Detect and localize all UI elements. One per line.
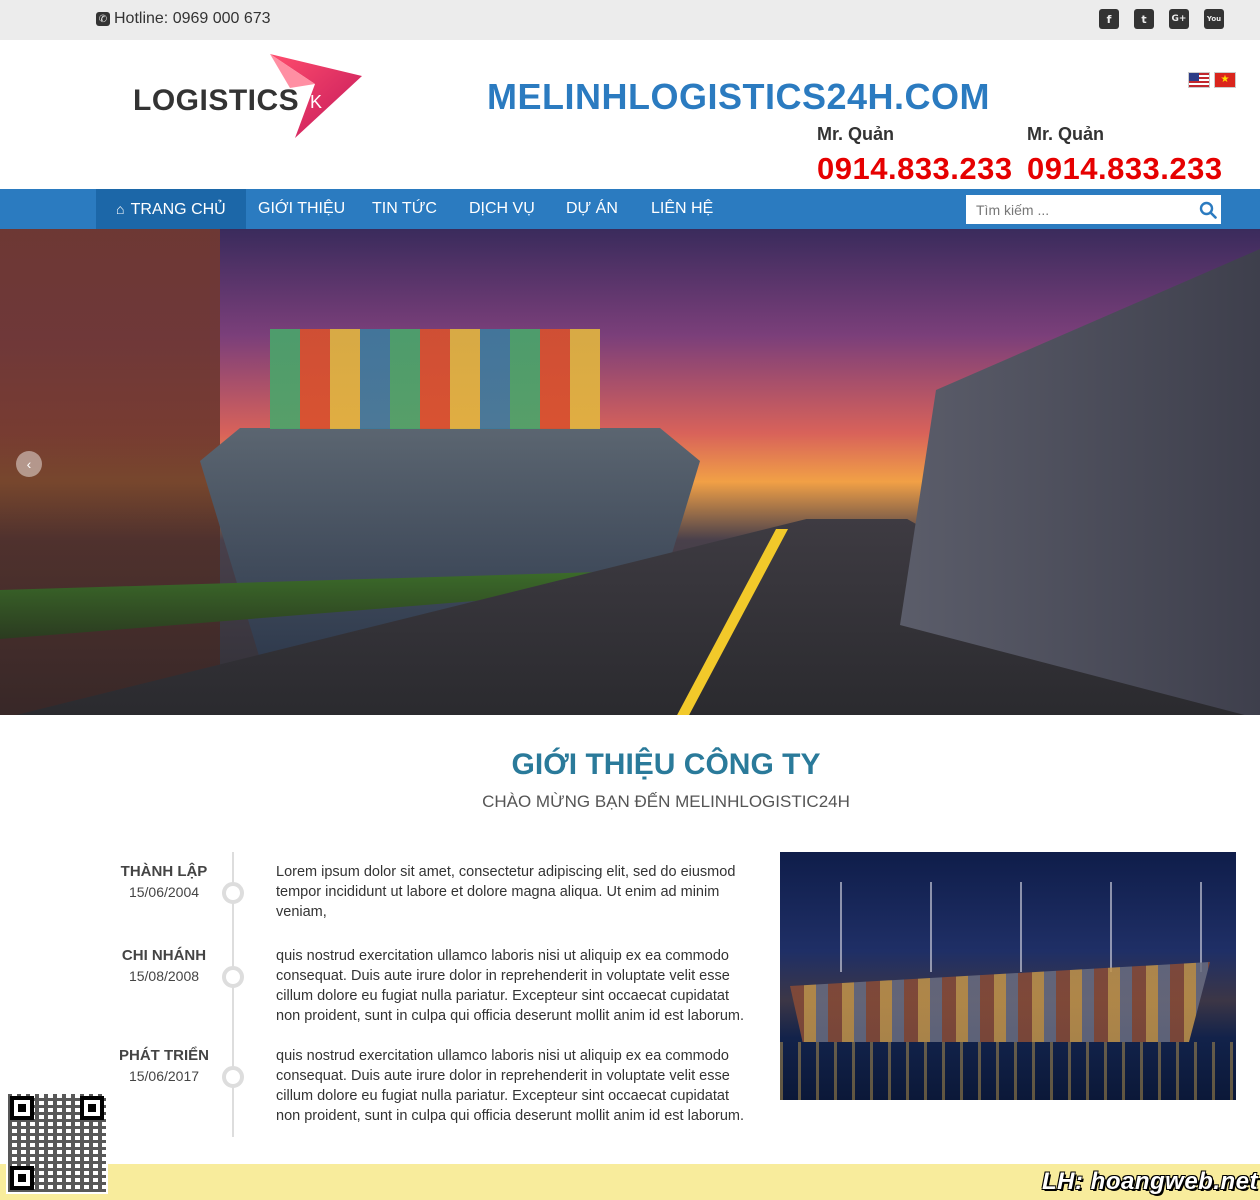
google-plus-icon[interactable]: G+	[1169, 9, 1189, 29]
slider-prev-arrow-icon[interactable]: ‹	[16, 451, 42, 477]
hero-slider: ‹	[0, 229, 1260, 715]
logo-suffix: K	[310, 92, 323, 112]
home-icon: ⌂	[116, 201, 125, 217]
twitter-icon[interactable]: t	[1134, 9, 1154, 29]
port-image	[780, 852, 1236, 1100]
nav-item-projects[interactable]: DỰ ÁN	[566, 189, 618, 229]
search-icon[interactable]	[1199, 201, 1217, 219]
timeline-heading: PHÁT TRIỂN	[119, 1047, 209, 1064]
timeline-dot	[222, 882, 244, 904]
qr-eye	[80, 1096, 104, 1120]
social-links: f t G+ You	[1099, 9, 1224, 29]
timeline-dot	[222, 966, 244, 988]
timeline-text: Lorem ipsum dolor sit amet, consectetur …	[276, 864, 736, 920]
logo[interactable]: LOGISTICS K	[130, 54, 370, 144]
section-subtitle: CHÀO MỪNG BẠN ĐẾN MELINHLOGISTIC24H	[482, 792, 850, 811]
hotline[interactable]: ✆ Hotline: 0969 000 673	[96, 10, 271, 28]
section-title: GIỚI THIỆU CÔNG TY	[511, 748, 821, 781]
timeline-heading: CHI NHÁNH	[121, 947, 207, 964]
nav-item-services[interactable]: DỊCH VỤ	[469, 189, 535, 229]
logo-text: LOGISTICS	[133, 84, 300, 117]
nav-item-contact[interactable]: LIÊN HỆ	[651, 189, 713, 229]
hotline-text: Hotline: 0969 000 673	[114, 10, 271, 27]
nav-item-about[interactable]: GIỚI THIỆU	[258, 189, 345, 229]
main-nav: ⌂ TRANG CHỦ GIỚI THIỆU TIN TỨC DỊCH VỤ D…	[0, 189, 1260, 229]
english-flag-icon[interactable]	[1188, 72, 1210, 88]
site-header: LOGISTICS K MELINHLOGISTICS24H.COM ★ Mr.…	[0, 40, 1260, 189]
timeline-label: PHÁT TRIỂN 15/06/2017	[96, 1046, 232, 1086]
language-switcher: ★	[1188, 72, 1236, 88]
phone-icon: ✆	[96, 12, 110, 26]
timeline-label: THÀNH LẬP 15/06/2004	[96, 862, 232, 902]
nav-item-news[interactable]: TIN TỨC	[372, 189, 437, 229]
vietnam-flag-icon[interactable]: ★	[1214, 72, 1236, 88]
timeline-label: CHI NHÁNH 15/08/2008	[96, 946, 232, 986]
watermark: LH: hoangweb.net	[1042, 1168, 1258, 1195]
nav-label: TRANG CHỦ	[130, 201, 226, 218]
port-ship	[790, 962, 1210, 1042]
timeline-date: 15/08/2008	[128, 968, 200, 984]
timeline-date: 15/06/2017	[128, 1068, 200, 1084]
contact-name: Mr. Quản	[1027, 124, 1105, 144]
timeline-dot	[222, 1066, 244, 1088]
qr-eye	[10, 1096, 34, 1120]
contact-phone[interactable]: 0914.833.233	[1027, 151, 1223, 187]
port-cranes	[780, 882, 1236, 972]
facebook-icon[interactable]: f	[1099, 9, 1119, 29]
hero-containers	[270, 329, 600, 429]
contact-2: Mr. Quản 0914.833.233	[1027, 124, 1223, 187]
timeline-date: 15/06/2004	[128, 884, 200, 900]
nav-item-home[interactable]: ⌂ TRANG CHỦ	[96, 189, 246, 229]
qr-eye	[10, 1166, 34, 1190]
timeline-text: quis nostrud exercitation ullamco labori…	[276, 1048, 745, 1124]
search-box	[966, 195, 1221, 224]
youtube-icon[interactable]: You	[1204, 9, 1224, 29]
port-water-lights	[780, 1042, 1236, 1100]
qr-code	[6, 1092, 108, 1194]
contact-phone[interactable]: 0914.833.233	[817, 151, 1013, 187]
timeline-heading: THÀNH LẬP	[120, 863, 208, 880]
contact-name: Mr. Quản	[817, 124, 895, 144]
search-input[interactable]	[966, 195, 1196, 224]
site-title: MELINHLOGISTICS24H.COM	[487, 76, 991, 117]
topbar: ✆ Hotline: 0969 000 673 f t G+ You	[0, 0, 1260, 40]
timeline-text: quis nostrud exercitation ullamco labori…	[276, 948, 745, 1024]
contact-1: Mr. Quản 0914.833.233	[817, 124, 1013, 187]
